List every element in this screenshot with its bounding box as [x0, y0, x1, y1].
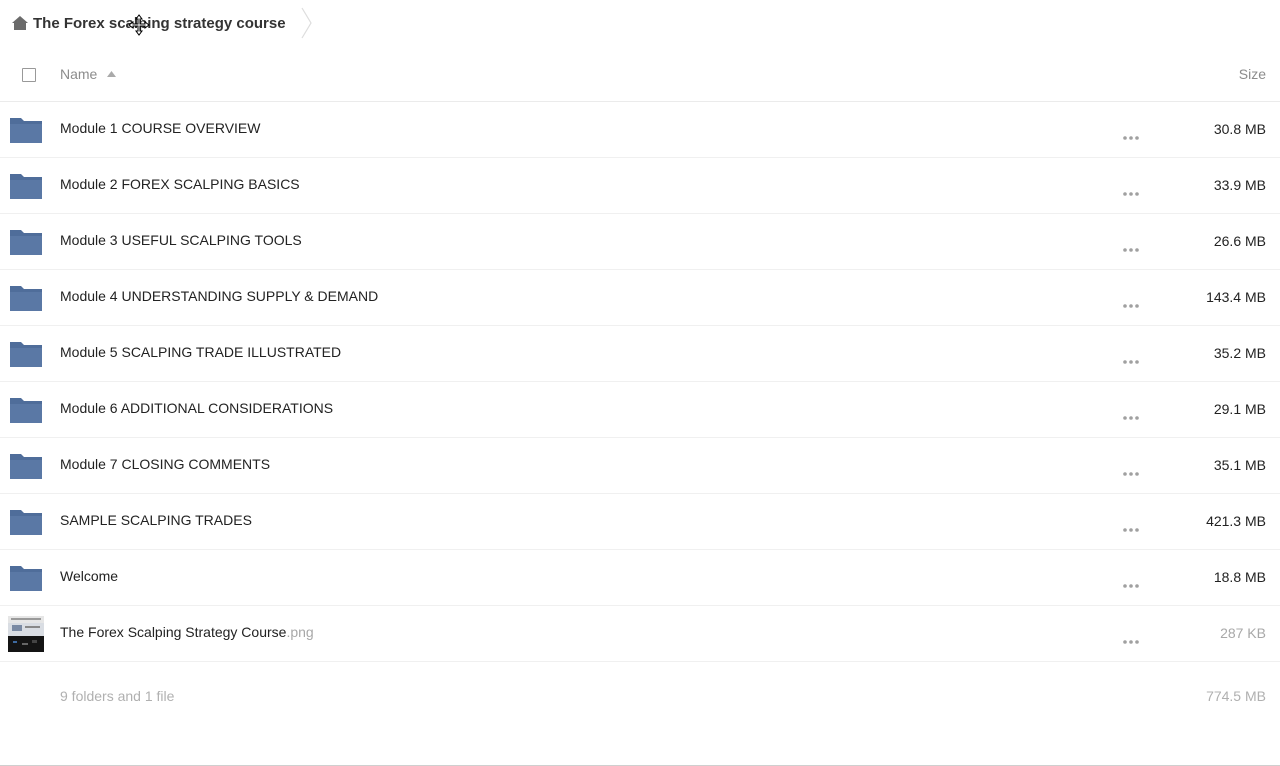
folder-row[interactable]: Module 1 COURSE OVERVIEW 30.8 MB — [0, 102, 1280, 158]
image-thumbnail — [8, 616, 44, 652]
item-size: 30.8 MB — [1213, 121, 1266, 137]
folder-icon — [9, 284, 43, 312]
move-cursor-icon — [128, 14, 150, 36]
item-size: 33.9 MB — [1213, 177, 1266, 193]
item-name[interactable]: SAMPLE SCALPING TRADES — [60, 512, 252, 528]
summary-text: 9 folders and 1 file — [60, 688, 175, 704]
item-name[interactable]: Module 2 FOREX SCALPING BASICS — [60, 176, 300, 192]
breadcrumb-separator-icon — [301, 7, 312, 39]
folder-row[interactable]: Module 6 ADDITIONAL CONSIDERATIONS 29.1 M… — [0, 382, 1280, 438]
item-name[interactable]: Module 5 SCALPING TRADE ILLUSTRATED — [60, 344, 341, 360]
more-options-icon[interactable] — [1122, 576, 1140, 588]
item-name-base: Module 5 SCALPING TRADE ILLUSTRATED — [60, 344, 342, 360]
folder-row[interactable]: Module 4 UNDERSTANDING SUPPLY & DEMAND 14… — [0, 270, 1280, 326]
summary-total-size: 774.5 MB — [1206, 688, 1266, 704]
more-options-icon[interactable] — [1122, 408, 1140, 420]
folder-icon — [9, 340, 43, 368]
folder-row[interactable]: Module 3 USEFUL SCALPING TOOLS 26.6 MB — [0, 214, 1280, 270]
more-options-icon[interactable] — [1122, 128, 1140, 140]
file-row[interactable]: The Forex Scalping Strategy Course.png 28… — [0, 606, 1280, 662]
item-size: 35.1 MB — [1213, 457, 1266, 473]
select-all-checkbox[interactable] — [22, 68, 36, 82]
folder-row[interactable]: Module 5 SCALPING TRADE ILLUSTRATED 35.2 … — [0, 326, 1280, 382]
more-options-icon[interactable] — [1122, 296, 1140, 308]
folder-row[interactable]: SAMPLE SCALPING TRADES 421.3 MB — [0, 494, 1280, 550]
item-size: 26.6 MB — [1213, 233, 1266, 249]
item-name[interactable]: Module 6 ADDITIONAL CONSIDERATIONS — [60, 400, 333, 416]
item-size: 421.3 MB — [1206, 513, 1266, 529]
more-options-icon[interactable] — [1122, 464, 1140, 476]
item-name-base: Welcome — [60, 568, 119, 584]
item-name[interactable]: Module 3 USEFUL SCALPING TOOLS — [60, 232, 302, 248]
breadcrumb: The Forex scalping strategy course — [0, 0, 1280, 46]
folder-icon — [9, 116, 43, 144]
file-list-header: Name Size — [0, 50, 1280, 102]
item-size: 18.8 MB — [1213, 569, 1266, 585]
summary-row: 9 folders and 1 file 774.5 MB — [0, 676, 1280, 716]
more-options-icon[interactable] — [1122, 184, 1140, 196]
folder-icon — [9, 508, 43, 536]
item-size: 143.4 MB — [1206, 289, 1266, 305]
item-name-base: Module 3 USEFUL SCALPING TOOLS — [60, 232, 302, 248]
file-list: Module 1 COURSE OVERVIEW 30.8 MB Module 2 … — [0, 102, 1280, 662]
more-options-icon[interactable] — [1122, 632, 1140, 644]
folder-row[interactable]: Module 7 CLOSING COMMENTS 35.1 MB — [0, 438, 1280, 494]
name-column-header[interactable]: Name — [60, 66, 117, 82]
item-size: 35.2 MB — [1213, 345, 1266, 361]
item-name-base: SAMPLE SCALPING TRADES — [60, 512, 252, 528]
folder-icon — [9, 396, 43, 424]
breadcrumb-current[interactable]: The Forex scalping strategy course — [33, 15, 286, 32]
item-name-base: Module 7 CLOSING COMMENTS — [60, 456, 271, 472]
item-name-base: The Forex Scalping Strategy Course — [60, 624, 287, 640]
folder-icon — [9, 228, 43, 256]
item-extension: .png — [286, 624, 314, 640]
item-size: 287 KB — [1220, 625, 1266, 641]
item-name[interactable]: Module 1 COURSE OVERVIEW — [60, 120, 260, 136]
more-options-icon[interactable] — [1122, 520, 1140, 532]
sort-ascending-icon — [107, 71, 117, 77]
folder-icon — [9, 172, 43, 200]
item-name[interactable]: The Forex Scalping Strategy Course.png — [60, 624, 314, 640]
name-column-label: Name — [60, 66, 98, 82]
home-icon[interactable] — [11, 14, 29, 32]
item-name-base: Module 1 COURSE OVERVIEW — [60, 120, 261, 136]
item-name-base: Module 6 ADDITIONAL CONSIDERATIONS — [60, 400, 334, 416]
more-options-icon[interactable] — [1122, 240, 1140, 252]
folder-icon — [9, 452, 43, 480]
item-name-base: Module 2 FOREX SCALPING BASICS — [60, 176, 300, 192]
item-name[interactable]: Module 4 UNDERSTANDING SUPPLY & DEMAND — [60, 288, 378, 304]
folder-icon — [9, 564, 43, 592]
folder-row[interactable]: Module 2 FOREX SCALPING BASICS 33.9 MB — [0, 158, 1280, 214]
item-name[interactable]: Module 7 CLOSING COMMENTS — [60, 456, 270, 472]
size-column-header[interactable]: Size — [1239, 66, 1266, 82]
more-options-icon[interactable] — [1122, 352, 1140, 364]
item-name-base: Module 4 UNDERSTANDING SUPPLY & DEMAND — [60, 288, 379, 304]
folder-row[interactable]: Welcome 18.8 MB — [0, 550, 1280, 606]
item-name[interactable]: Welcome — [60, 568, 118, 584]
item-size: 29.1 MB — [1213, 401, 1266, 417]
